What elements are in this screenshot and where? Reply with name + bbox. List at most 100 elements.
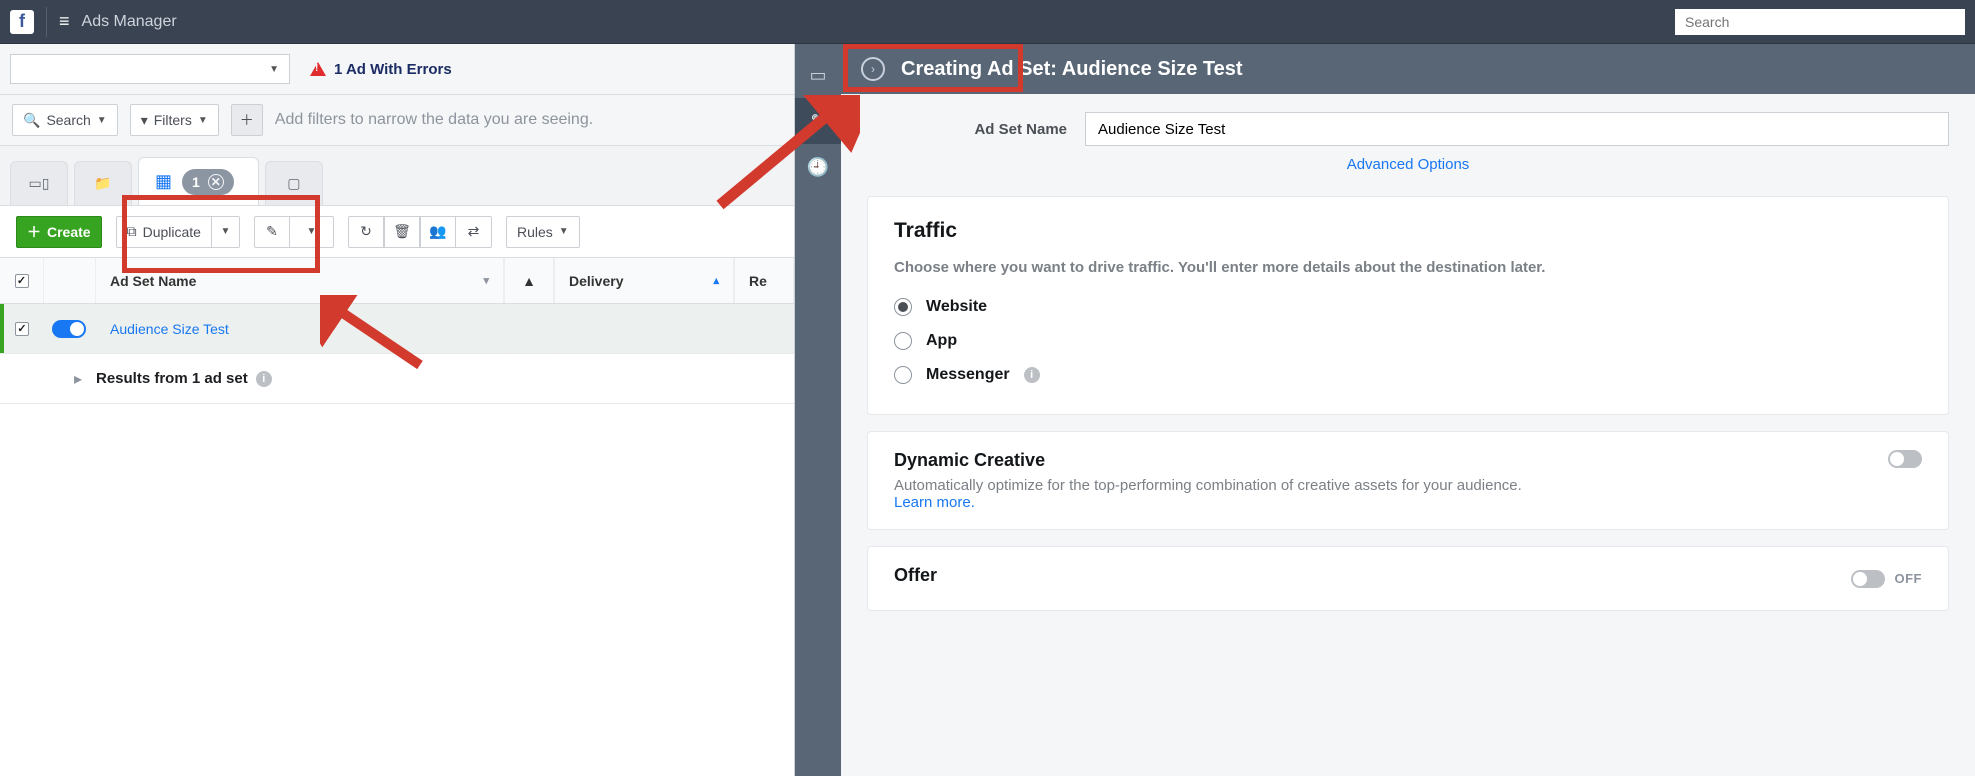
header-name[interactable]: Ad Set Name ▾ xyxy=(96,258,504,303)
duplicate-button[interactable]: ⧉ Duplicate xyxy=(116,216,212,248)
row-toggle[interactable] xyxy=(52,320,86,338)
warning-icon: ▲ xyxy=(522,273,536,289)
search-icon: 🔍 xyxy=(23,112,40,129)
header-warning: ▲ xyxy=(504,258,554,303)
row-checkbox[interactable] xyxy=(15,322,29,336)
header-checkbox-cell xyxy=(0,258,44,303)
chevron-down-icon: ▼ xyxy=(559,226,569,237)
warning-triangle-icon xyxy=(310,62,326,76)
audience-button[interactable]: 👥 xyxy=(420,216,456,248)
traffic-option-website[interactable]: Website xyxy=(894,290,1922,324)
global-search-input[interactable] xyxy=(1675,9,1965,35)
adset-icon: ▦ xyxy=(155,171,172,192)
left-pane: ▼ 1 Ad With Errors 🔍 Search ▼ ▾ Filters … xyxy=(0,44,795,776)
rail-performance-button[interactable]: ▭ xyxy=(795,52,841,98)
search-button[interactable]: 🔍 Search ▼ xyxy=(12,104,118,136)
sort-asc-icon: ▴ xyxy=(713,274,719,287)
dynamic-creative-description: Automatically optimize for the top-perfo… xyxy=(894,477,1522,494)
refresh-button[interactable]: ↻ xyxy=(348,216,384,248)
row-name-link[interactable]: Audience Size Test xyxy=(110,321,229,337)
folder-icon: 📁 xyxy=(94,175,111,192)
add-filter-button[interactable]: ＋ xyxy=(231,104,263,136)
duplicate-menu-button[interactable]: ▼ xyxy=(212,216,240,248)
top-nav: f ≡ Ads Manager xyxy=(0,0,1975,44)
filter-placeholder-text: Add filters to narrow the data you are s… xyxy=(275,111,593,129)
search-button-label: Search xyxy=(46,112,90,128)
header-results: Re xyxy=(734,258,794,303)
rail-history-button[interactable]: 🕘 xyxy=(795,144,841,190)
export-button[interactable]: ⇄ xyxy=(456,216,492,248)
duplicate-icon: ⧉ xyxy=(127,223,137,240)
dynamic-creative-toggle[interactable] xyxy=(1888,450,1922,468)
dynamic-creative-heading: Dynamic Creative xyxy=(894,450,1522,471)
action-toolbar: ＋Create ⧉ Duplicate ▼ ✎ ▼ ↻ 🗑 👥 ⇄ Rules▼ xyxy=(0,206,794,258)
adset-name-field: Ad Set Name xyxy=(867,112,1949,146)
table-row[interactable]: Audience Size Test xyxy=(0,304,794,354)
clear-selection-icon[interactable]: ✕ xyxy=(208,174,224,190)
pencil-icon: ✎ xyxy=(266,223,278,240)
level-tabs: ▭▯ 📁 ▦ 1 ✕ ▢ xyxy=(0,146,794,206)
trash-icon: 🗑 xyxy=(393,223,411,240)
panel-title: Creating Ad Set: Audience Size Test xyxy=(901,58,1243,81)
account-selector[interactable]: ▼ xyxy=(10,54,290,84)
edit-menu-button[interactable]: ▼ xyxy=(290,216,334,248)
radio-label: Website xyxy=(926,298,987,316)
app-title: Ads Manager xyxy=(82,13,177,31)
tab-account-overview[interactable]: ▭▯ xyxy=(10,161,68,205)
adset-name-input[interactable] xyxy=(1085,112,1949,146)
traffic-card: Traffic Choose where you want to drive t… xyxy=(867,196,1949,415)
rules-button[interactable]: Rules▼ xyxy=(506,216,580,248)
divider xyxy=(46,7,47,37)
chevron-down-icon: ▼ xyxy=(269,64,279,75)
edit-button[interactable]: ✎ xyxy=(254,216,290,248)
offer-card: Offer OFF xyxy=(867,546,1949,611)
adset-table: Ad Set Name ▾ ▲ Delivery▴ Re Audience Siz… xyxy=(0,258,794,776)
tab-ad-sets[interactable]: ▦ 1 ✕ xyxy=(138,157,259,205)
chevron-down-icon: ▼ xyxy=(198,115,208,126)
advanced-options-link[interactable]: Advanced Options xyxy=(1347,156,1470,173)
duplicate-label: Duplicate xyxy=(143,224,201,240)
facebook-logo-icon[interactable]: f xyxy=(10,10,34,34)
export-icon: ⇄ xyxy=(468,223,480,240)
ad-icon: ▢ xyxy=(287,175,300,192)
offer-heading: Offer xyxy=(894,565,937,586)
create-button[interactable]: ＋Create xyxy=(16,216,102,248)
tab-ads[interactable]: ▢ xyxy=(265,161,323,205)
radio-label: App xyxy=(926,332,957,350)
header-name-label: Ad Set Name xyxy=(110,273,196,289)
filters-button[interactable]: ▾ Filters ▼ xyxy=(130,104,219,136)
table-header: Ad Set Name ▾ ▲ Delivery▴ Re xyxy=(0,258,794,304)
select-all-checkbox[interactable] xyxy=(15,274,29,288)
learn-more-link[interactable]: Learn more. xyxy=(894,494,975,511)
header-delivery[interactable]: Delivery▴ xyxy=(554,258,734,303)
filters-button-label: Filters xyxy=(154,112,192,128)
sort-icon: ▾ xyxy=(483,274,489,287)
traffic-option-app[interactable]: App xyxy=(894,324,1922,358)
radio-label: Messenger xyxy=(926,366,1010,384)
radio-icon xyxy=(894,298,912,316)
summary-text: Results from 1 ad set xyxy=(96,370,248,387)
hamburger-icon[interactable]: ≡ xyxy=(59,11,70,32)
traffic-option-messenger[interactable]: Messenger i xyxy=(894,358,1922,392)
traffic-description: Choose where you want to drive traffic. … xyxy=(894,259,1922,276)
selection-count: 1 xyxy=(192,174,200,190)
ad-errors-text: 1 Ad With Errors xyxy=(334,61,452,78)
panel-header: › Creating Ad Set: Audience Size Test xyxy=(841,44,1975,94)
side-rail: ▭ ✎ 🕘 xyxy=(795,44,841,776)
create-label: Create xyxy=(47,224,91,240)
chevron-down-icon: ▼ xyxy=(221,226,231,237)
tab-campaigns[interactable]: 📁 xyxy=(74,161,132,205)
right-pane: › Creating Ad Set: Audience Size Test Ad… xyxy=(841,44,1975,776)
offer-toggle[interactable] xyxy=(1851,570,1885,588)
expand-summary-icon[interactable]: ▸ xyxy=(0,369,96,389)
ad-errors-notice[interactable]: 1 Ad With Errors xyxy=(310,61,452,78)
filter-icon: ▾ xyxy=(141,112,148,129)
account-bar: ▼ 1 Ad With Errors xyxy=(0,44,794,95)
info-icon[interactable]: i xyxy=(1024,367,1040,383)
rail-edit-button[interactable]: ✎ xyxy=(795,98,841,144)
account-overview-icon: ▭▯ xyxy=(29,175,50,192)
panel-body: Ad Set Name Advanced Options Traffic Cho… xyxy=(841,94,1975,776)
info-icon[interactable]: i xyxy=(256,371,272,387)
collapse-panel-icon[interactable]: › xyxy=(861,57,885,81)
delete-button[interactable]: 🗑 xyxy=(384,216,420,248)
